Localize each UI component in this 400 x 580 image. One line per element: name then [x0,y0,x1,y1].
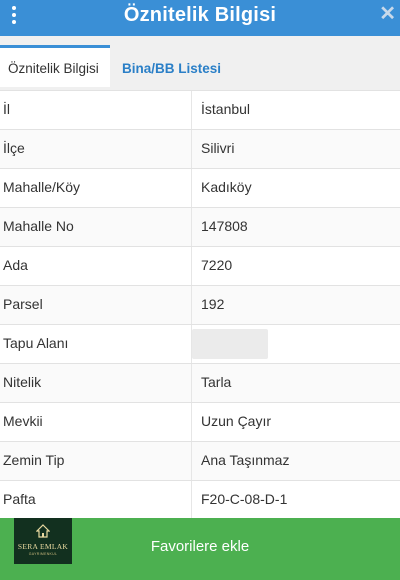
row-value: F20-C-08-D-1 [201,491,288,507]
tab-oznitelik-bilgisi[interactable]: Öznitelik Bilgisi [0,45,110,87]
house-icon [36,524,50,538]
row-label: Mahalle/Köy [3,179,81,195]
app-header: Öznitelik Bilgisi ✕ [0,0,400,36]
row-label: Mahalle No [3,218,74,234]
table-row: Tapu Alanı [0,325,400,364]
tab-bina-bb-listesi[interactable]: Bina/BB Listesi [114,48,229,90]
column-divider [191,286,192,324]
table-row: Parsel 192 [0,286,400,325]
row-value: İstanbul [201,101,251,117]
row-value: Silivri [201,140,235,156]
table-row: Zemin Tip Ana Taşınmaz [0,442,400,481]
redacted-value [192,329,268,359]
row-value: Tarla [201,374,232,390]
sera-emlak-logo: SERA EMLAK GAYRIMENKUL [14,518,72,564]
logo-subtitle: GAYRIMENKUL [28,552,58,556]
row-label: Ada [3,257,28,273]
row-label: Pafta [3,491,36,507]
column-divider [191,130,192,168]
column-divider [191,91,192,129]
column-divider [191,481,192,519]
table-row: İl İstanbul [0,91,400,130]
column-divider [191,208,192,246]
row-value: Uzun Çayır [201,413,272,429]
column-divider [191,247,192,285]
row-label: Zemin Tip [3,452,65,468]
page-title: Öznitelik Bilgisi [123,4,277,26]
close-icon[interactable]: ✕ [379,4,396,24]
row-label: İlçe [3,140,25,156]
column-divider [191,169,192,207]
attribute-table: İl İstanbul İlçe Silivri Mahalle/Köy Kad… [0,90,400,520]
table-row: Nitelik Tarla [0,364,400,403]
logo-brand: SERA EMLAK [17,542,69,551]
row-value: 192 [201,296,225,312]
table-row: Mahalle/Köy Kadıköy [0,169,400,208]
table-row: Ada 7220 [0,247,400,286]
row-label: Nitelik [3,374,42,390]
column-divider [191,442,192,480]
row-label: Parsel [3,296,43,312]
table-row: Pafta F20-C-08-D-1 [0,481,400,520]
row-value: 147808 [201,218,248,234]
row-value: 7220 [201,257,233,273]
table-row: İlçe Silivri [0,130,400,169]
row-value: Ana Taşınmaz [201,452,290,468]
row-label: Tapu Alanı [3,335,69,351]
row-label: Mevkii [3,413,43,429]
column-divider [191,364,192,402]
table-row: Mevkii Uzun Çayır [0,403,400,442]
table-row: Mahalle No 147808 [0,208,400,247]
column-divider [191,403,192,441]
row-label: İl [3,101,10,117]
tab-bar: Öznitelik Bilgisi Bina/BB Listesi [0,36,400,90]
row-value: Kadıköy [201,179,252,195]
